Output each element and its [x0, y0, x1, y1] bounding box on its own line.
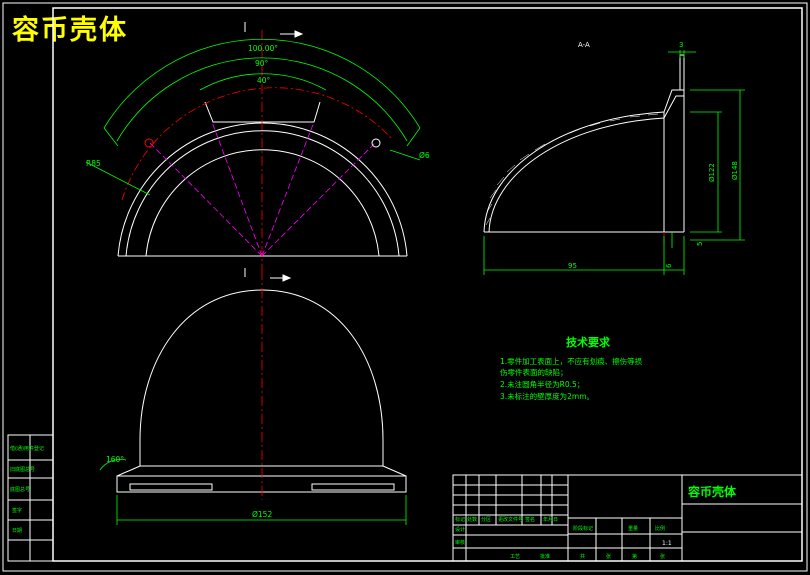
section-arrow-front	[244, 268, 292, 282]
section-view	[483, 54, 685, 233]
side-label-3: 底图总号	[10, 486, 30, 493]
front-view	[116, 289, 407, 493]
tech-req-line-2: 伤零件表面的缺陷；	[500, 367, 568, 377]
corner-angle-label: 160°	[106, 455, 124, 464]
engineering-drawing: 借(通)用件登记 旧底图总号 底图总号 签字 日期 100.00° 90° 40…	[2, 2, 808, 572]
length-95-label: 95	[568, 262, 577, 270]
tb-label-process: 工艺	[510, 554, 520, 560]
side-strip	[7, 434, 54, 562]
tb-label-total: 共	[580, 553, 585, 560]
dia-inner-label: Ø122	[708, 163, 716, 182]
thickness-label: 3	[679, 41, 683, 49]
angle-dimensions	[85, 38, 421, 196]
section-mark: A-A	[578, 41, 590, 49]
tb-label-ratio: 比例	[655, 525, 665, 532]
tech-req-line-4: 3.未标注的壁厚度为2mm。	[500, 391, 594, 401]
top-view	[117, 101, 408, 257]
hole-right	[371, 138, 381, 148]
side-label-5: 日期	[12, 528, 22, 534]
outer-border	[2, 2, 808, 572]
tb-label-sheet-2: 张	[660, 553, 665, 560]
section-dimensions	[483, 50, 745, 275]
section-arrow-top	[244, 22, 304, 38]
length-6-label: 6	[665, 263, 673, 268]
tb-label-stage: 阶段标记	[573, 525, 593, 532]
hidden-lines	[149, 121, 376, 257]
tb-label-sign: 签名	[525, 516, 535, 523]
section-hatch	[485, 113, 659, 226]
side-label-1: 借(通)用件登记	[10, 445, 44, 452]
tb-label-design: 设计	[455, 526, 465, 533]
section-labels: 3 Ø122 Ø148 5 95 6	[568, 41, 739, 270]
tb-label-date: 年月日	[543, 516, 558, 523]
side-label-4: 签字	[12, 507, 22, 514]
side-label-2: 旧底图总号	[10, 466, 35, 473]
tb-label-no: 第	[632, 553, 637, 560]
inner-border	[52, 7, 803, 562]
radius-left-label: R85	[86, 159, 101, 168]
tech-req-lines: 1.零件加工表面上，不应有划痕、擦伤等损 伤零件表面的缺陷； 2.未注圆角半径为…	[500, 356, 643, 401]
tb-label-approve: 批准	[540, 553, 550, 560]
tech-req-line-3: 2.未注圆角半径为R0.5；	[500, 379, 584, 389]
tb-label-weight: 重量	[628, 525, 638, 532]
tb-label-sheet-1: 张	[606, 553, 611, 560]
base-dia-label: Ø152	[252, 510, 272, 519]
small-gap-label: 5	[696, 242, 704, 246]
title-block-part-name: 容币壳体	[687, 484, 737, 499]
hole-left	[144, 138, 154, 148]
dia-right-label: Ø6	[419, 151, 430, 160]
tech-req-line-1: 1.零件加工表面上，不应有划痕、擦伤等损	[500, 356, 643, 366]
tb-label-mark: 标记	[455, 516, 465, 523]
side-strip-labels: 借(通)用件登记 旧底图总号 底图总号 签字 日期	[10, 445, 44, 534]
title-block-labels: 标记 处数 分区 更改文件号 签名 年月日 阶段标记 重量 比例 共 张 第 张…	[455, 516, 665, 560]
dia-outer-label: Ø148	[731, 161, 739, 180]
tb-label-review: 审核	[455, 539, 465, 546]
angle-inner-label: 40°	[257, 76, 271, 85]
tb-label-count: 处数	[467, 516, 477, 523]
angle-mid-label: 90°	[255, 59, 269, 68]
title-block-scale: 1:1	[662, 540, 672, 547]
tb-label-zone: 分区	[481, 516, 491, 523]
tb-label-file: 更改文件号	[498, 516, 523, 523]
center-arc	[121, 87, 394, 201]
tech-req-title: 技术要求	[566, 335, 611, 349]
angle-outer-label: 100.00°	[248, 44, 278, 53]
